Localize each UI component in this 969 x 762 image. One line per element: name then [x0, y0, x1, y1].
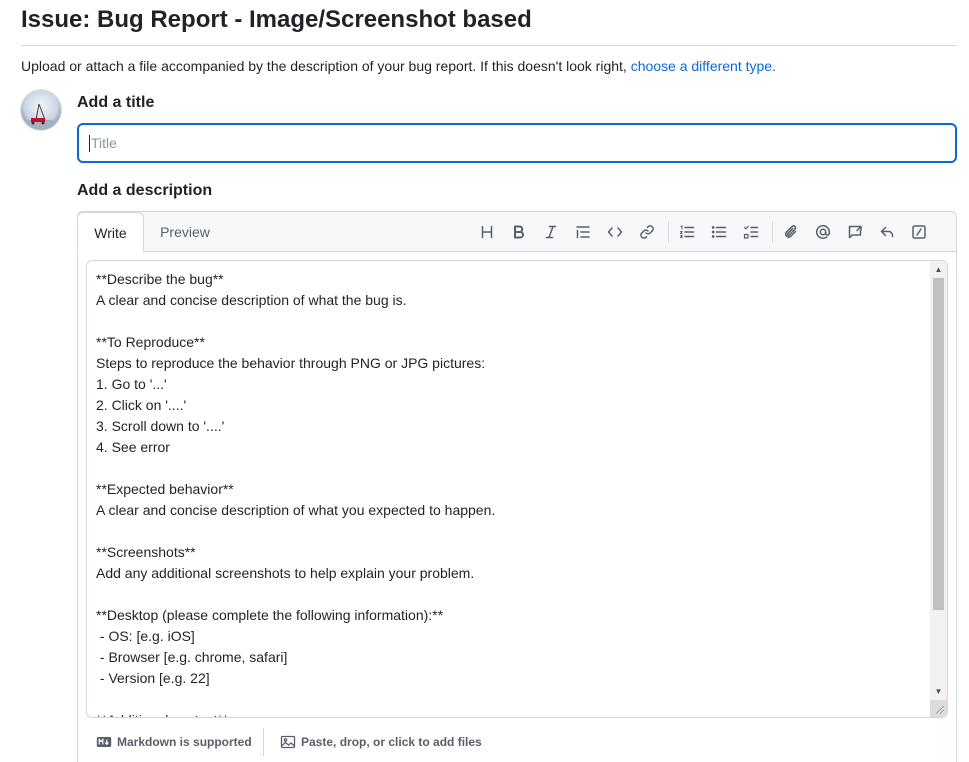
add-files-button[interactable]: Paste, drop, or click to add files — [280, 734, 482, 750]
link-icon[interactable] — [636, 221, 658, 243]
page-title: Issue: Bug Report - Image/Screenshot bas… — [21, 6, 532, 33]
italic-icon[interactable] — [540, 221, 562, 243]
markdown-label: Markdown is supported — [117, 735, 252, 749]
title-divider — [21, 45, 957, 46]
add-files-label: Paste, drop, or click to add files — [301, 735, 482, 749]
quote-icon[interactable] — [572, 221, 594, 243]
toolbar-divider — [772, 222, 773, 242]
title-input[interactable] — [77, 123, 957, 163]
scroll-up-arrow-icon[interactable]: ▲ — [930, 261, 947, 278]
reference-icon[interactable] — [844, 221, 866, 243]
resize-grip-icon[interactable] — [930, 700, 947, 717]
scroll-thumb[interactable] — [933, 278, 944, 610]
markdown-support-link[interactable]: Markdown is supported — [96, 734, 252, 750]
scroll-down-arrow-icon[interactable]: ▼ — [930, 683, 947, 700]
footer-divider — [263, 728, 264, 756]
tab-write[interactable]: Write — [77, 212, 144, 253]
avatar — [21, 90, 61, 130]
text-caret — [89, 135, 90, 152]
editor-header: Write Preview — [77, 212, 956, 253]
title-label: Add a title — [77, 94, 155, 111]
code-icon[interactable] — [604, 221, 626, 243]
description-textarea[interactable]: **Describe the bug** A clear and concise… — [86, 260, 948, 718]
choose-type-link[interactable]: choose a different type. — [631, 58, 776, 74]
editor-footer: Markdown is supported Paste, drop, or cl… — [86, 726, 948, 758]
intro-text: Upload or attach a file accompanied by t… — [21, 58, 776, 74]
task-list-icon[interactable] — [740, 221, 762, 243]
description-label: Add a description — [77, 182, 213, 199]
tab-preview[interactable]: Preview — [144, 212, 226, 252]
heading-icon[interactable] — [476, 221, 498, 243]
description-editor: Write Preview **Describe the bug** A cle… — [77, 211, 957, 762]
unordered-list-icon[interactable] — [708, 221, 730, 243]
toolbar-divider — [668, 222, 669, 242]
markdown-icon — [96, 737, 112, 747]
saved-replies-icon[interactable] — [876, 221, 898, 243]
textarea-scrollbar[interactable]: ▲ ▼ — [930, 261, 947, 717]
attach-icon[interactable] — [780, 221, 802, 243]
intro-description: Upload or attach a file accompanied by t… — [21, 58, 627, 74]
image-icon — [280, 735, 296, 749]
bold-icon[interactable] — [508, 221, 530, 243]
ordered-list-icon[interactable] — [676, 221, 698, 243]
description-text[interactable]: **Describe the bug** A clear and concise… — [96, 269, 926, 717]
mention-icon[interactable] — [812, 221, 834, 243]
slash-commands-icon[interactable] — [908, 221, 930, 243]
